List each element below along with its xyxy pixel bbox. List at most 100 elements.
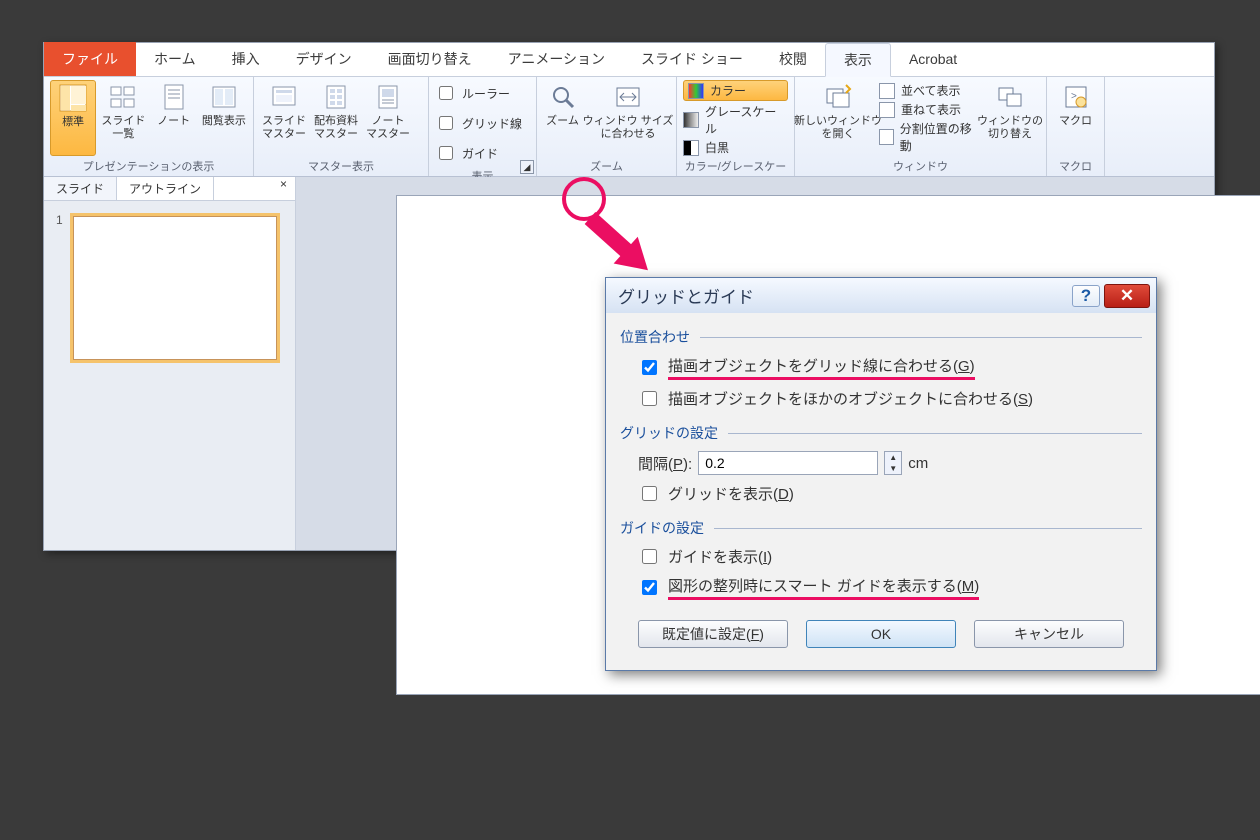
group-macro-title: マクロ — [1053, 156, 1098, 176]
notes-icon — [159, 82, 189, 112]
handout-master-icon — [321, 82, 351, 112]
set-default-button[interactable]: 既定値に設定(F) — [638, 620, 788, 648]
smart-guides-checkbox[interactable]: 図形の整列時にスマート ガイドを表示する(M) — [638, 571, 1142, 604]
pane-close-button[interactable]: × — [272, 177, 295, 200]
reading-icon — [209, 82, 239, 112]
group-master-views: スライド マスター 配布資料 マスター ノート マスター マスター表示 — [254, 77, 429, 176]
handout-master-button[interactable]: 配布資料 マスター — [312, 80, 360, 156]
spacing-spinner[interactable]: ▲▼ — [884, 451, 902, 475]
zoom-icon — [548, 82, 578, 112]
cancel-button[interactable]: キャンセル — [974, 620, 1124, 648]
show-group-launcher[interactable]: ◢ — [520, 160, 534, 174]
tab-design[interactable]: デザイン — [278, 42, 370, 76]
bw-icon — [683, 140, 699, 156]
tab-home[interactable]: ホーム — [136, 42, 214, 76]
grid-spacing-row: 間隔(P): ▲▼ cm — [638, 447, 1142, 479]
split-icon — [879, 129, 894, 145]
display-grid-checkbox[interactable]: グリッドを表示(D) — [638, 479, 1142, 508]
notes-master-button[interactable]: ノート マスター — [364, 80, 412, 156]
group-presviews-title: プレゼンテーションの表示 — [50, 156, 247, 176]
guides-checkbox[interactable]: ガイド — [435, 140, 530, 166]
ribbon: 標準 スライド 一覧 ノート 閲覧表示 プレゼンテーションの表 — [44, 77, 1214, 177]
tab-slideshow[interactable]: スライド ショー — [623, 42, 761, 76]
grayscale-icon — [683, 112, 699, 128]
group-presentation-views: 標準 スライド 一覧 ノート 閲覧表示 プレゼンテーションの表 — [44, 77, 254, 176]
group-window-title: ウィンドウ — [801, 156, 1040, 176]
tab-animation[interactable]: アニメーション — [490, 42, 623, 76]
grid-spacing-input[interactable] — [698, 451, 878, 475]
ruler-checkbox[interactable]: ルーラー — [435, 80, 530, 106]
snap-to-grid-checkbox[interactable]: 描画オブジェクトをグリッド線に合わせる(G) — [638, 351, 1142, 384]
notes-master-label: ノート マスター — [366, 115, 410, 140]
fit-window-button[interactable]: ウィンドウ サイズ に合わせる — [586, 80, 670, 156]
tab-insert[interactable]: 挿入 — [214, 42, 278, 76]
slide-master-icon — [269, 82, 299, 112]
zoom-button[interactable]: ズーム — [543, 80, 582, 156]
notes-master-icon — [373, 82, 403, 112]
spinner-up-icon[interactable]: ▲ — [885, 452, 901, 463]
view-sorter-button[interactable]: スライド 一覧 — [100, 80, 146, 156]
dialog-close-button[interactable]: ✕ — [1104, 284, 1150, 308]
display-guides-checkbox[interactable]: ガイドを表示(I) — [638, 542, 1142, 571]
color-button[interactable]: カラー — [683, 80, 788, 101]
spacing-unit-label: cm — [908, 455, 928, 472]
slides-tab[interactable]: スライド — [44, 177, 117, 200]
tab-file[interactable]: ファイル — [44, 42, 136, 76]
color-icon — [688, 83, 704, 99]
sorter-icon — [108, 82, 138, 112]
arrange-all-button[interactable]: 並べて表示 — [879, 82, 976, 99]
snap-to-objects-checkbox[interactable]: 描画オブジェクトをほかのオブジェクトに合わせる(S) — [638, 384, 1142, 413]
slides-pane: スライド アウトライン × 1 — [44, 177, 296, 550]
ok-button[interactable]: OK — [806, 620, 956, 648]
move-split-button[interactable]: 分割位置の移動 — [879, 120, 976, 154]
view-notes-label: ノート — [157, 115, 190, 128]
fit-window-icon — [613, 82, 643, 112]
ribbon-tabs: ファイル ホーム 挿入 デザイン 画面切り替え アニメーション スライド ショー… — [44, 43, 1214, 77]
zoom-label: ズーム — [546, 115, 579, 128]
group-show: ルーラー グリッド線 ガイド 表示 ◢ — [429, 77, 537, 176]
group-zoom-title: ズーム — [543, 156, 670, 176]
blackwhite-button[interactable]: 白黒 — [683, 139, 788, 156]
slide-preview — [70, 213, 280, 363]
view-normal-button[interactable]: 標準 — [50, 80, 96, 156]
cascade-button[interactable]: 重ねて表示 — [879, 101, 976, 118]
outline-tab[interactable]: アウトライン — [117, 177, 214, 200]
view-reading-label: 閲覧表示 — [202, 115, 246, 128]
view-sorter-label: スライド 一覧 — [101, 115, 145, 140]
slide-master-label: スライド マスター — [262, 115, 306, 140]
cascade-icon — [879, 102, 895, 118]
svg-text:>: > — [1071, 91, 1077, 102]
grayscale-button[interactable]: グレースケール — [683, 103, 788, 137]
gridlines-checkbox[interactable]: グリッド線 — [435, 110, 530, 136]
slide-thumbnail-1[interactable]: 1 — [56, 213, 283, 363]
spinner-down-icon[interactable]: ▼ — [885, 463, 901, 474]
switch-windows-label: ウィンドウの 切り替え — [977, 115, 1043, 140]
slide-master-button[interactable]: スライド マスター — [260, 80, 308, 156]
tab-view[interactable]: 表示 — [825, 43, 891, 77]
dialog-help-button[interactable]: ? — [1072, 285, 1100, 307]
new-window-icon — [823, 82, 853, 112]
macros-label: マクロ — [1059, 115, 1092, 128]
dialog-titlebar[interactable]: グリッドとガイド ? ✕ — [606, 278, 1156, 313]
grid-and-guides-dialog: グリッドとガイド ? ✕ 位置合わせ 描画オブジェクトをグリッド線に合わせる(G… — [605, 277, 1157, 671]
group-zoom: ズーム ウィンドウ サイズ に合わせる ズーム — [537, 77, 677, 176]
fieldset-align-label: 位置合わせ — [620, 327, 690, 347]
new-window-button[interactable]: 新しいウィンドウ を開く — [801, 80, 875, 156]
tab-review[interactable]: 校閲 — [761, 42, 825, 76]
fit-window-label: ウィンドウ サイズ に合わせる — [583, 115, 674, 140]
group-macros: > マクロ マクロ — [1047, 77, 1105, 176]
view-notes-button[interactable]: ノート — [151, 80, 197, 156]
handout-master-label: 配布資料 マスター — [314, 115, 358, 140]
group-window: 新しいウィンドウ を開く 並べて表示 重ねて表示 分割位置の移動 ウィンドウの … — [795, 77, 1047, 176]
macros-button[interactable]: > マクロ — [1053, 80, 1098, 156]
tab-transition[interactable]: 画面切り替え — [370, 42, 490, 76]
tab-acrobat[interactable]: Acrobat — [891, 42, 975, 76]
switch-windows-button[interactable]: ウィンドウの 切り替え — [980, 80, 1040, 156]
view-reading-button[interactable]: 閲覧表示 — [201, 80, 247, 156]
dialog-title: グリッドとガイド — [618, 283, 754, 308]
new-window-label: 新しいウィンドウ を開く — [794, 115, 882, 140]
fieldset-grid-label: グリッドの設定 — [620, 423, 718, 443]
switch-windows-icon — [995, 82, 1025, 112]
slide-number: 1 — [56, 213, 70, 363]
view-normal-label: 標準 — [62, 116, 84, 129]
